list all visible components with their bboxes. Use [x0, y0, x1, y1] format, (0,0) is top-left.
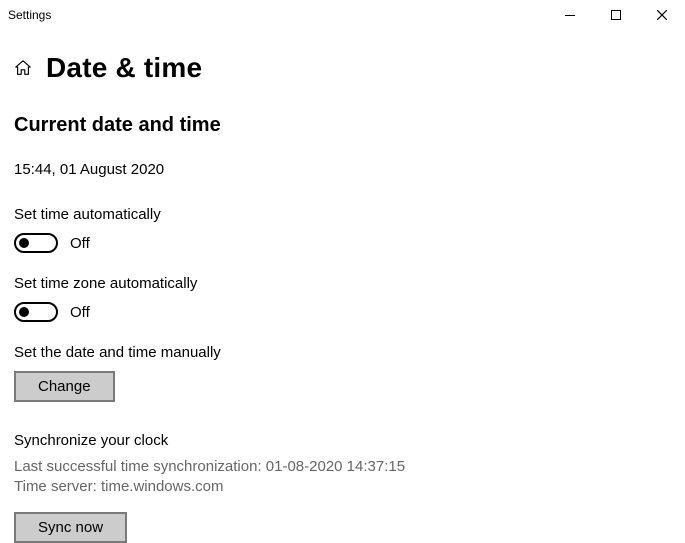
change-button[interactable]: Change: [14, 371, 115, 402]
auto-time-label: Set time automatically: [14, 206, 671, 223]
current-datetime-value: 15:44, 01 August 2020: [14, 161, 671, 178]
page-header: Date & time: [14, 52, 671, 84]
page-title: Date & time: [46, 52, 202, 84]
auto-tz-row: Off: [14, 302, 671, 322]
maximize-button[interactable]: [593, 0, 639, 30]
window-controls: [547, 0, 685, 30]
content-area: Date & time Current date and time 15:44,…: [0, 30, 685, 543]
home-icon[interactable]: [14, 59, 32, 77]
sync-now-button[interactable]: Sync now: [14, 512, 127, 543]
auto-tz-toggle[interactable]: [14, 302, 58, 322]
window-title: Settings: [8, 8, 547, 22]
current-datetime-heading: Current date and time: [14, 114, 671, 137]
toggle-knob: [19, 238, 29, 248]
manual-set-label: Set the date and time manually: [14, 344, 671, 361]
last-sync-text: Last successful time synchronization: 01…: [14, 457, 671, 477]
sync-heading: Synchronize your clock: [14, 432, 671, 449]
auto-tz-state: Off: [70, 304, 90, 321]
time-server-text: Time server: time.windows.com: [14, 477, 671, 497]
minimize-button[interactable]: [547, 0, 593, 30]
titlebar: Settings: [0, 0, 685, 30]
close-button[interactable]: [639, 0, 685, 30]
auto-time-row: Off: [14, 233, 671, 253]
toggle-knob: [19, 307, 29, 317]
sync-info: Last successful time synchronization: 01…: [14, 457, 671, 498]
auto-tz-label: Set time zone automatically: [14, 275, 671, 292]
auto-time-toggle[interactable]: [14, 233, 58, 253]
auto-time-state: Off: [70, 235, 90, 252]
